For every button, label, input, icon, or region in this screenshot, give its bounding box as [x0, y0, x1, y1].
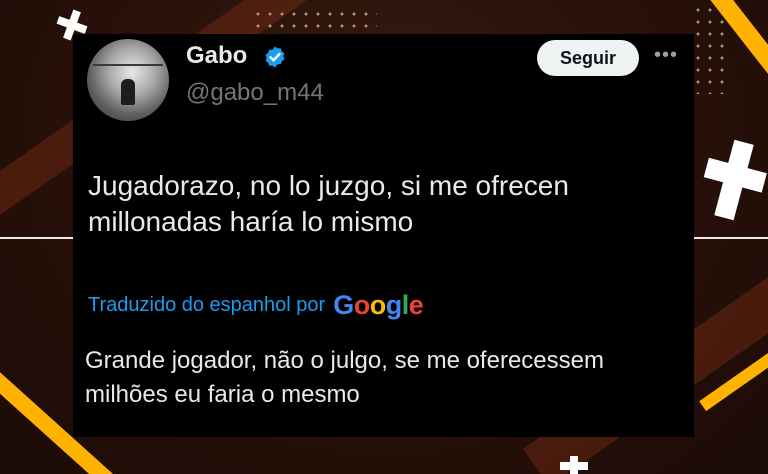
plus-decoration-icon: [560, 456, 588, 474]
avatar-figure: [121, 79, 135, 105]
more-options-icon[interactable]: •••: [654, 44, 678, 67]
google-logo: Google: [333, 289, 424, 320]
translation-attribution[interactable]: Traduzido do espanhol por Google: [88, 289, 424, 321]
plus-decoration-icon: [703, 139, 767, 221]
dot-grid-decoration: [692, 4, 732, 94]
follow-button[interactable]: Seguir: [537, 40, 639, 76]
avatar[interactable]: [87, 39, 169, 121]
translated-by-label: Traduzido do espanhol por: [88, 293, 326, 316]
verified-badge-icon: [265, 46, 285, 68]
user-handle[interactable]: @gabo_m44: [186, 79, 324, 107]
tweet-text: Jugadorazo, no lo juzgo, si me ofrecen m…: [88, 170, 569, 237]
display-name[interactable]: Gabo: [186, 42, 247, 70]
tweet-card: Gabo @gabo_m44 Seguir ••• Jugadorazo, no…: [73, 34, 694, 437]
divider-line: [0, 237, 73, 239]
translated-text: Grande jogador, não o julgo, se me ofere…: [85, 347, 604, 408]
divider-line: [694, 237, 768, 239]
avatar-pier: [93, 64, 163, 66]
